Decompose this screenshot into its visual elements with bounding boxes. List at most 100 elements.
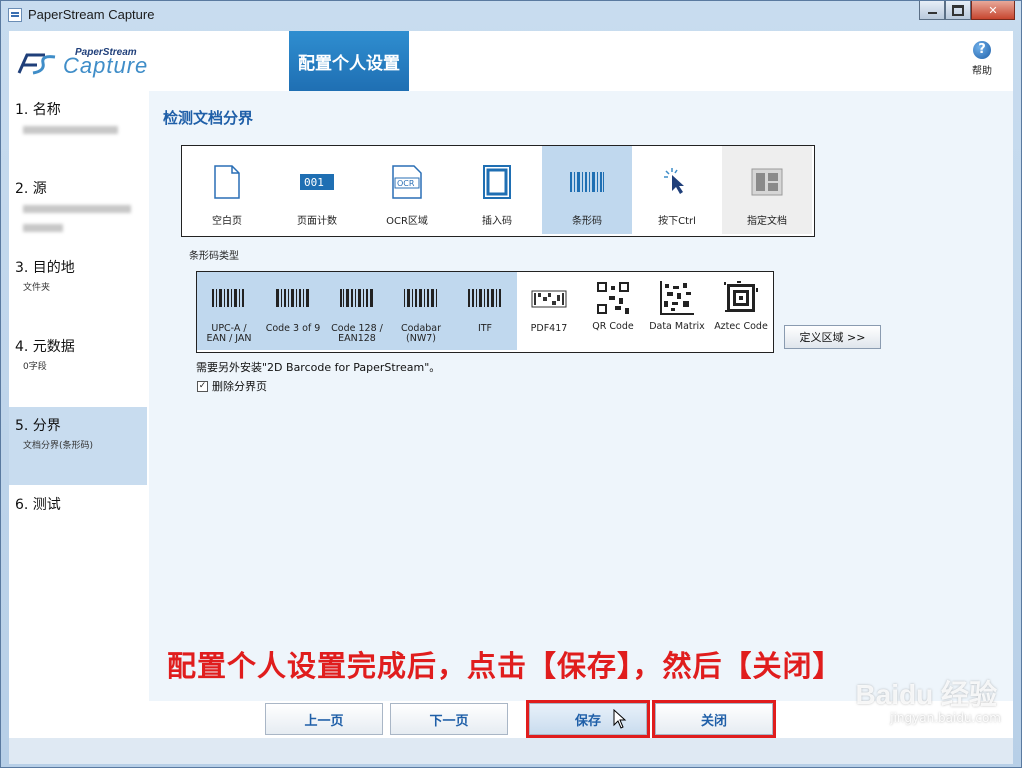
step-test[interactable]: 6. 测试: [9, 486, 147, 564]
maximize-button[interactable]: [945, 1, 971, 20]
barcode-label: UPC-A / EAN / JAN: [206, 323, 252, 344]
blank-page-icon: [209, 164, 245, 200]
mode-specific-document[interactable]: 指定文档: [722, 146, 812, 234]
redacted-text: [23, 205, 131, 213]
mode-label: 按下Ctrl: [658, 216, 696, 227]
close-button[interactable]: 关闭: [652, 700, 776, 738]
barcode-upc-ean-jan[interactable]: UPC-A / EAN / JAN: [197, 272, 261, 350]
page-counter-icon: 001: [299, 164, 335, 200]
step-metadata[interactable]: 4. 元数据 0字段: [9, 328, 147, 406]
mode-label: 指定文档: [747, 216, 787, 227]
barcode-type-selector: UPC-A / EAN / JAN Code 3 of 9 Code 128 /…: [196, 271, 774, 353]
step-title: 3. 目的地: [15, 260, 75, 276]
help-button[interactable]: ? 帮助: [967, 41, 997, 77]
step-subtitle: 文件夹: [23, 283, 51, 293]
step-source[interactable]: 2. 源: [9, 170, 147, 248]
window-title: PaperStream Capture: [28, 7, 155, 22]
mode-barcode[interactable]: 条形码: [542, 146, 632, 234]
barcode-codabar[interactable]: Codabar (NW7): [389, 272, 453, 350]
next-button[interactable]: 下一页: [390, 703, 508, 735]
install-note: 需要另外安装"2D Barcode for PaperStream"。: [196, 361, 441, 374]
help-label: 帮助: [972, 66, 992, 77]
step-name[interactable]: 1. 名称: [9, 91, 147, 169]
ps-logo-icon: [17, 53, 56, 75]
barcode-label: Data Matrix: [649, 321, 705, 332]
mouse-cursor-icon: [613, 709, 627, 729]
document-layout-icon: [749, 164, 785, 200]
barcode-label: ITF: [477, 323, 493, 334]
linear-barcode-icon: [276, 289, 309, 307]
step-title: 4. 元数据: [15, 339, 75, 355]
separation-mode-selector: 空白页 001 页面计数 OCR OCR区域 插入码 条形码 按下Ctrl 指定…: [181, 145, 815, 237]
step-destination[interactable]: 3. 目的地 文件夹: [9, 249, 147, 327]
linear-barcode-icon: [404, 289, 437, 307]
main-panel: 检测文档分界 空白页 001 页面计数 OCR OCR区域 插入码 条形码 按下…: [149, 91, 1013, 701]
delete-separator-checkbox[interactable]: ✓: [197, 380, 208, 392]
data-matrix-icon: [660, 281, 694, 315]
instruction-annotation: 配置个人设置完成后，点击【保存】，然后【关闭】: [167, 649, 843, 683]
watermark-url: jingyan.baidu.com: [890, 711, 1001, 725]
barcode-data-matrix[interactable]: Data Matrix: [645, 272, 709, 350]
tab-profile-settings[interactable]: 配置个人设置: [289, 31, 409, 91]
minimize-button[interactable]: [919, 1, 945, 20]
barcode-qr-code[interactable]: QR Code: [581, 272, 645, 350]
mode-page-count[interactable]: 001 页面计数: [272, 146, 362, 234]
step-subtitle: 0字段: [23, 362, 47, 372]
step-subtitle: 文档分界(条形码): [23, 441, 94, 451]
barcode-label: Aztec Code: [714, 321, 768, 332]
barcode-label: QR Code: [592, 321, 634, 332]
barcode-label: Code 128 / EAN128: [331, 323, 383, 344]
define-zone-button[interactable]: 定义区域 >>: [784, 325, 881, 349]
step-title: 1. 名称: [15, 102, 61, 118]
app-window: PaperStream Capture ✕ PaperStream Captur…: [0, 0, 1022, 768]
wizard-steps: 1. 名称 2. 源 3. 目的地 文件夹 4. 元数据 0字段 5. 分界 文…: [9, 91, 149, 701]
mode-label: 页面计数: [297, 216, 337, 227]
mode-patch-code[interactable]: 插入码: [452, 146, 542, 234]
barcode-icon: [569, 164, 605, 200]
mode-ocr-zone[interactable]: OCR OCR区域: [362, 146, 452, 234]
mode-press-ctrl[interactable]: 按下Ctrl: [632, 146, 722, 234]
barcode-code128[interactable]: Code 128 / EAN128: [325, 272, 389, 350]
header: PaperStream Capture 配置个人设置 ? 帮助: [9, 31, 1013, 91]
watermark-logo: Baidu 经验: [855, 679, 997, 710]
save-button[interactable]: 保存: [526, 700, 650, 738]
section-title: 检测文档分界: [163, 109, 254, 127]
prev-button[interactable]: 上一页: [265, 703, 383, 735]
help-icon: ?: [973, 41, 991, 59]
delete-separator-option: ✓ 删除分界页: [197, 378, 267, 394]
pdf417-icon: [531, 290, 567, 308]
barcode-aztec-code[interactable]: Aztec Code: [709, 272, 773, 350]
mode-label: 空白页: [212, 216, 242, 227]
qr-code-icon: [595, 280, 631, 316]
mode-label: 条形码: [572, 216, 602, 227]
redacted-text: [23, 126, 118, 134]
step-title: 5. 分界: [15, 418, 61, 434]
linear-barcode-icon: [340, 289, 373, 307]
redacted-text: [23, 224, 63, 232]
paperstream-logo: PaperStream Capture: [15, 45, 175, 85]
window-controls: ✕: [919, 1, 1015, 20]
barcode-label: Codabar (NW7): [400, 323, 442, 344]
delete-separator-label[interactable]: 删除分界页: [212, 378, 267, 394]
svg-text:001: 001: [304, 176, 324, 189]
title-bar: PaperStream Capture ✕: [1, 1, 1021, 31]
status-bar: [9, 738, 1013, 764]
step-title: 2. 源: [15, 181, 47, 197]
svg-text:OCR: OCR: [397, 179, 415, 188]
barcode-itf[interactable]: ITF: [453, 272, 517, 350]
close-window-button[interactable]: ✕: [971, 1, 1015, 20]
barcode-pdf417[interactable]: PDF417: [517, 272, 581, 350]
app-icon: [8, 8, 22, 22]
linear-barcode-icon: [468, 289, 501, 307]
mode-blank-page[interactable]: 空白页: [182, 146, 272, 234]
barcode-label: PDF417: [530, 323, 568, 334]
logo-main-text: Capture: [63, 53, 149, 78]
step-separation[interactable]: 5. 分界 文档分界(条形码): [9, 407, 147, 485]
patch-code-icon: [479, 164, 515, 200]
barcode-code39[interactable]: Code 3 of 9: [261, 272, 325, 350]
barcode-label: Code 3 of 9: [265, 323, 321, 334]
mode-label: OCR区域: [386, 216, 428, 227]
mode-label: 插入码: [482, 216, 512, 227]
step-title: 6. 测试: [15, 497, 61, 513]
aztec-code-icon: [724, 281, 758, 312]
